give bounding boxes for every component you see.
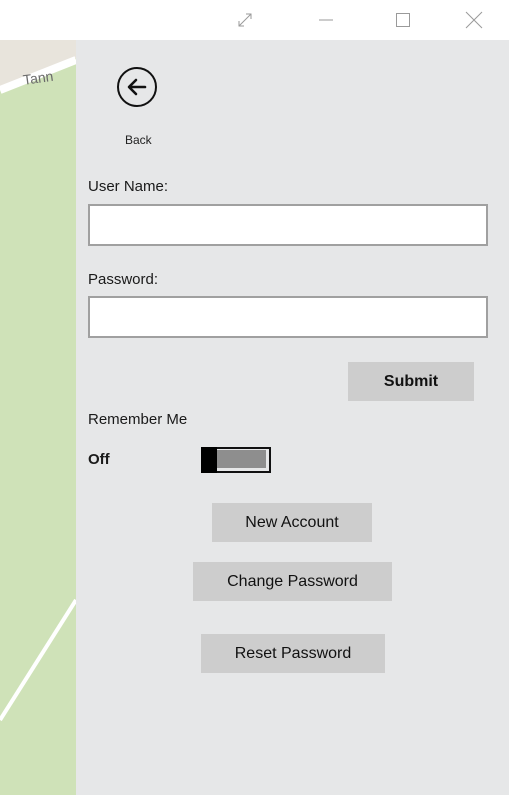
window-title-bar xyxy=(0,0,509,40)
remember-me-label: Remember Me xyxy=(88,411,188,428)
expand-diagonal-icon[interactable] xyxy=(231,0,259,40)
map-graphic xyxy=(0,40,76,795)
maximize-icon[interactable] xyxy=(389,0,417,40)
change-password-button[interactable]: Change Password xyxy=(193,562,392,601)
submit-button[interactable]: Submit xyxy=(348,362,474,401)
back-button[interactable]: Back xyxy=(117,67,165,147)
remember-me-state: Off xyxy=(88,451,110,468)
close-icon[interactable] xyxy=(460,0,488,40)
remember-me-toggle[interactable] xyxy=(201,447,271,473)
toggle-thumb xyxy=(201,447,217,473)
password-field[interactable] xyxy=(88,296,488,338)
minimize-icon[interactable] xyxy=(312,0,340,40)
username-label: User Name: xyxy=(88,178,169,195)
password-label: Password: xyxy=(88,271,159,288)
back-arrow-icon xyxy=(117,67,157,107)
map-view[interactable]: Tann xyxy=(0,40,76,795)
back-label: Back xyxy=(125,133,152,147)
username-field[interactable] xyxy=(88,204,488,246)
reset-password-button[interactable]: Reset Password xyxy=(201,634,385,673)
new-account-button[interactable]: New Account xyxy=(212,503,372,542)
